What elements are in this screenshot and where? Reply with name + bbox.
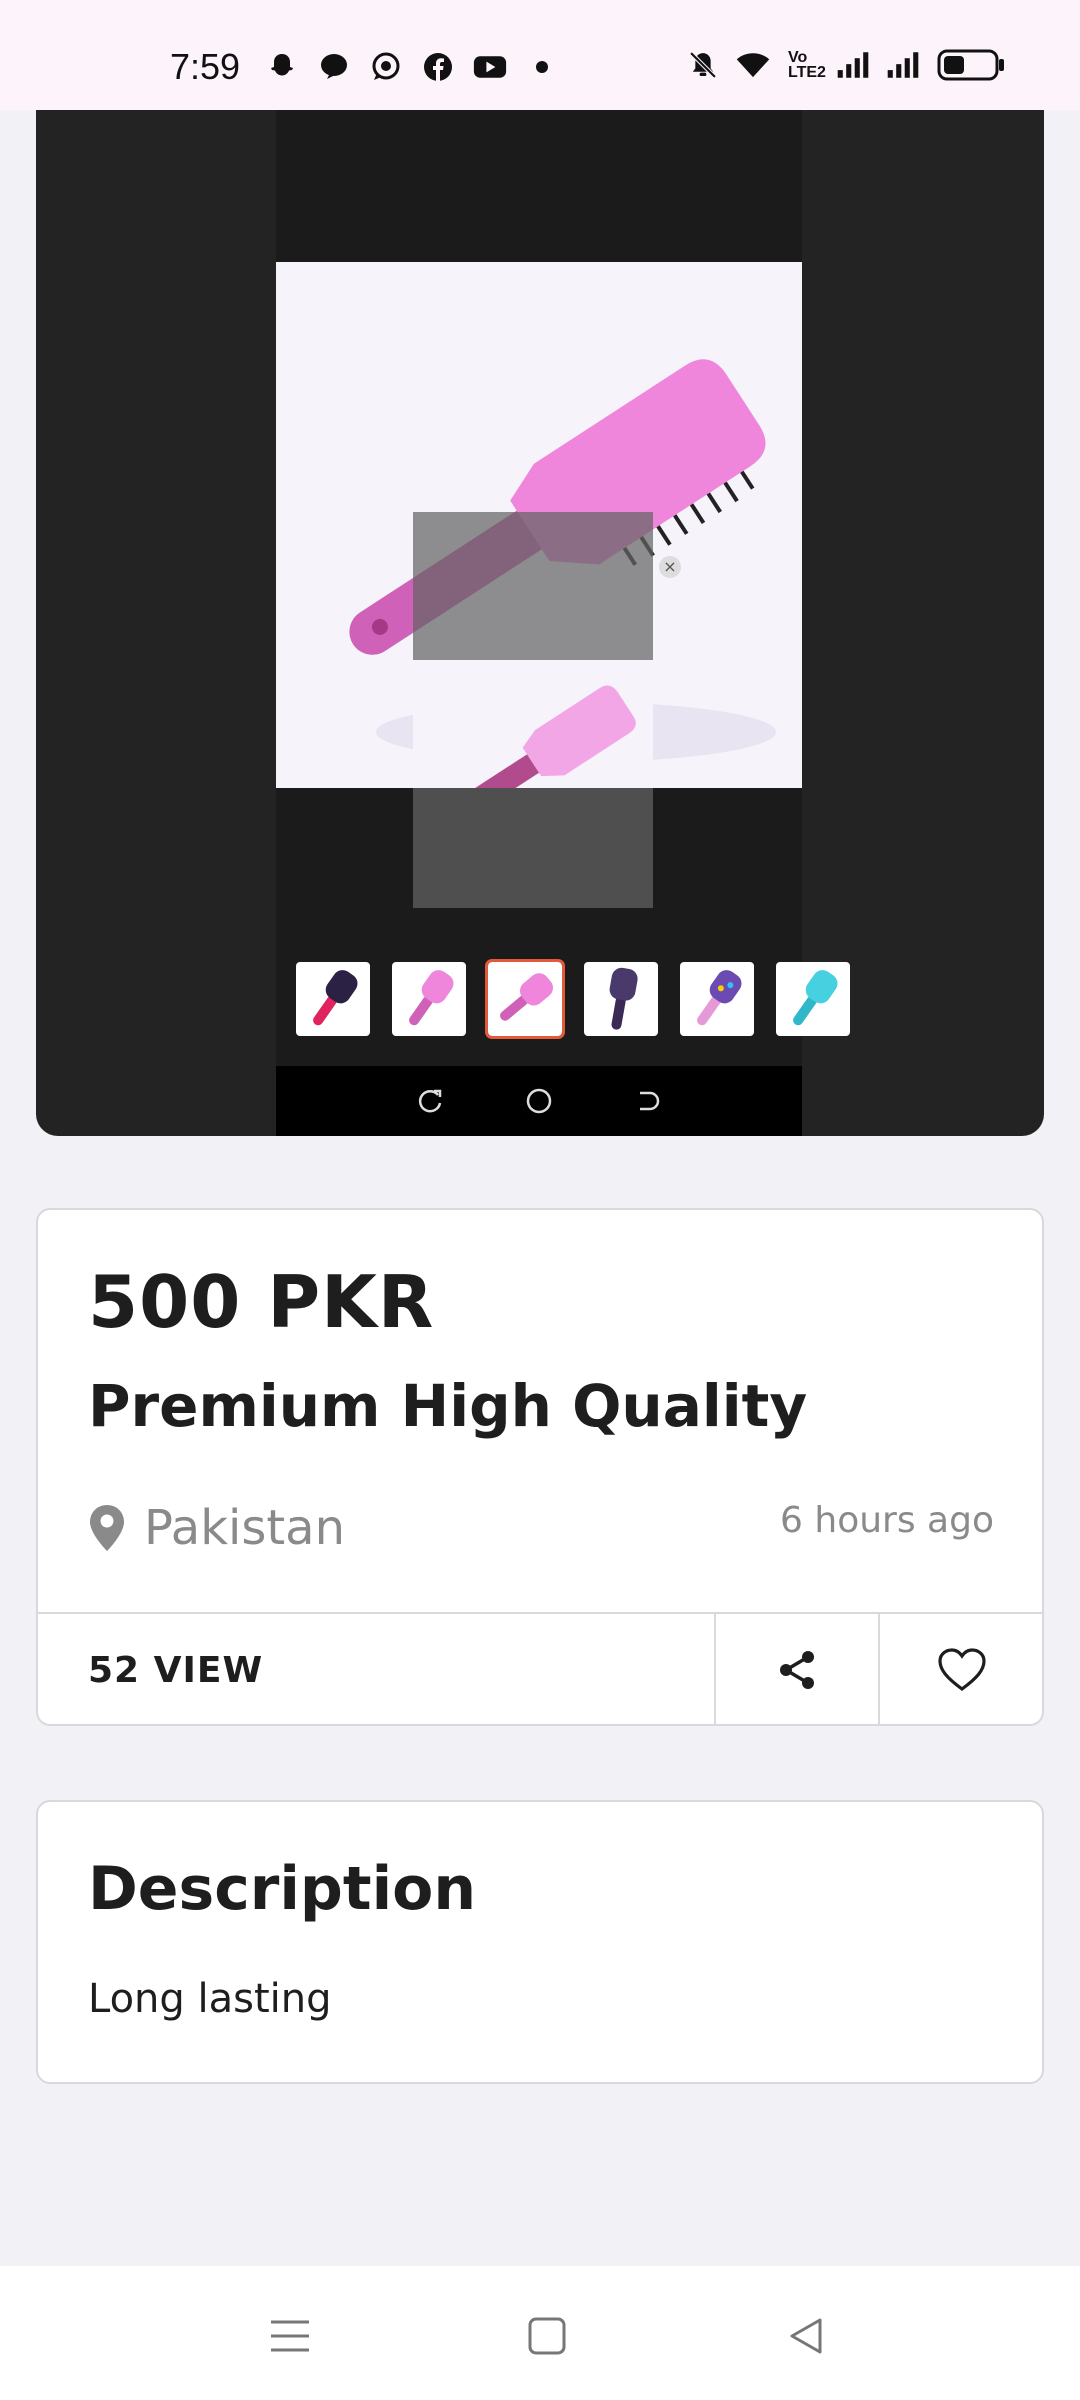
signal-icon [886, 48, 920, 82]
thumbnail-strip [296, 959, 850, 1039]
mute-icon [686, 48, 720, 82]
description-heading: Description [88, 1854, 477, 1924]
more-dot [525, 50, 559, 84]
recent-apps-button[interactable] [260, 2306, 320, 2366]
wifi-icon [736, 48, 770, 82]
thumbnail[interactable] [296, 962, 370, 1036]
square-icon [528, 2317, 566, 2355]
back-triangle-icon [790, 2318, 822, 2354]
status-bar: 7:59 Vo LTE2 [0, 0, 1080, 110]
notification-icons [265, 50, 559, 84]
product-image[interactable]: × [276, 110, 850, 1136]
product-info-card: 500 PKR Premium High Quality Pakistan 6 … [36, 1208, 1044, 1726]
product-location: Pakistan [88, 1500, 345, 1556]
location-pin-icon [90, 1505, 124, 1551]
menu-icon [271, 2320, 309, 2352]
home-circle-icon [526, 1088, 552, 1114]
location-text: Pakistan [144, 1500, 345, 1556]
pip-preview-image [413, 660, 653, 788]
view-count: 52 VIEW [88, 1650, 264, 1691]
favorite-button[interactable] [878, 1614, 1044, 1726]
facebook-icon [421, 50, 455, 84]
system-navigation-bar [0, 2266, 1080, 2400]
snapchat-icon [265, 50, 299, 84]
battery-icon [936, 48, 1006, 82]
back-arrow-icon [639, 1091, 659, 1111]
back-button[interactable] [776, 2306, 836, 2366]
whatsapp-icon [369, 50, 403, 84]
thumbnail[interactable] [392, 962, 466, 1036]
description-card: Description Long lasting [36, 1800, 1044, 2084]
close-icon[interactable]: × [659, 556, 681, 578]
thumbnail-active[interactable] [485, 959, 565, 1039]
share-icon [780, 1651, 814, 1689]
thumbnail[interactable] [584, 962, 658, 1036]
signal-icon [836, 48, 870, 82]
posted-time: 6 hours ago [780, 1500, 994, 1541]
product-image-viewer[interactable]: × [36, 110, 1044, 1136]
youtube-icon [473, 50, 507, 84]
pip-overlay-bottom [413, 788, 653, 908]
product-title: Premium High Quality [88, 1372, 808, 1440]
product-price: 500 PKR [88, 1260, 435, 1344]
volte-icon: Vo LTE2 [788, 49, 826, 81]
thumbnail[interactable] [680, 962, 754, 1036]
description-text: Long lasting [88, 1976, 332, 2022]
messenger-icon [317, 50, 351, 84]
heart-icon [938, 1648, 986, 1691]
pip-overlay-top [413, 512, 653, 660]
screenshot-nav-icons [276, 1066, 802, 1136]
system-icons: Vo LTE2 [686, 48, 1006, 82]
status-time: 7:59 [170, 46, 241, 87]
share-button[interactable] [714, 1614, 878, 1726]
home-button[interactable] [517, 2306, 577, 2366]
rotate-icon [419, 1089, 442, 1113]
thumbnail[interactable] [776, 962, 850, 1036]
